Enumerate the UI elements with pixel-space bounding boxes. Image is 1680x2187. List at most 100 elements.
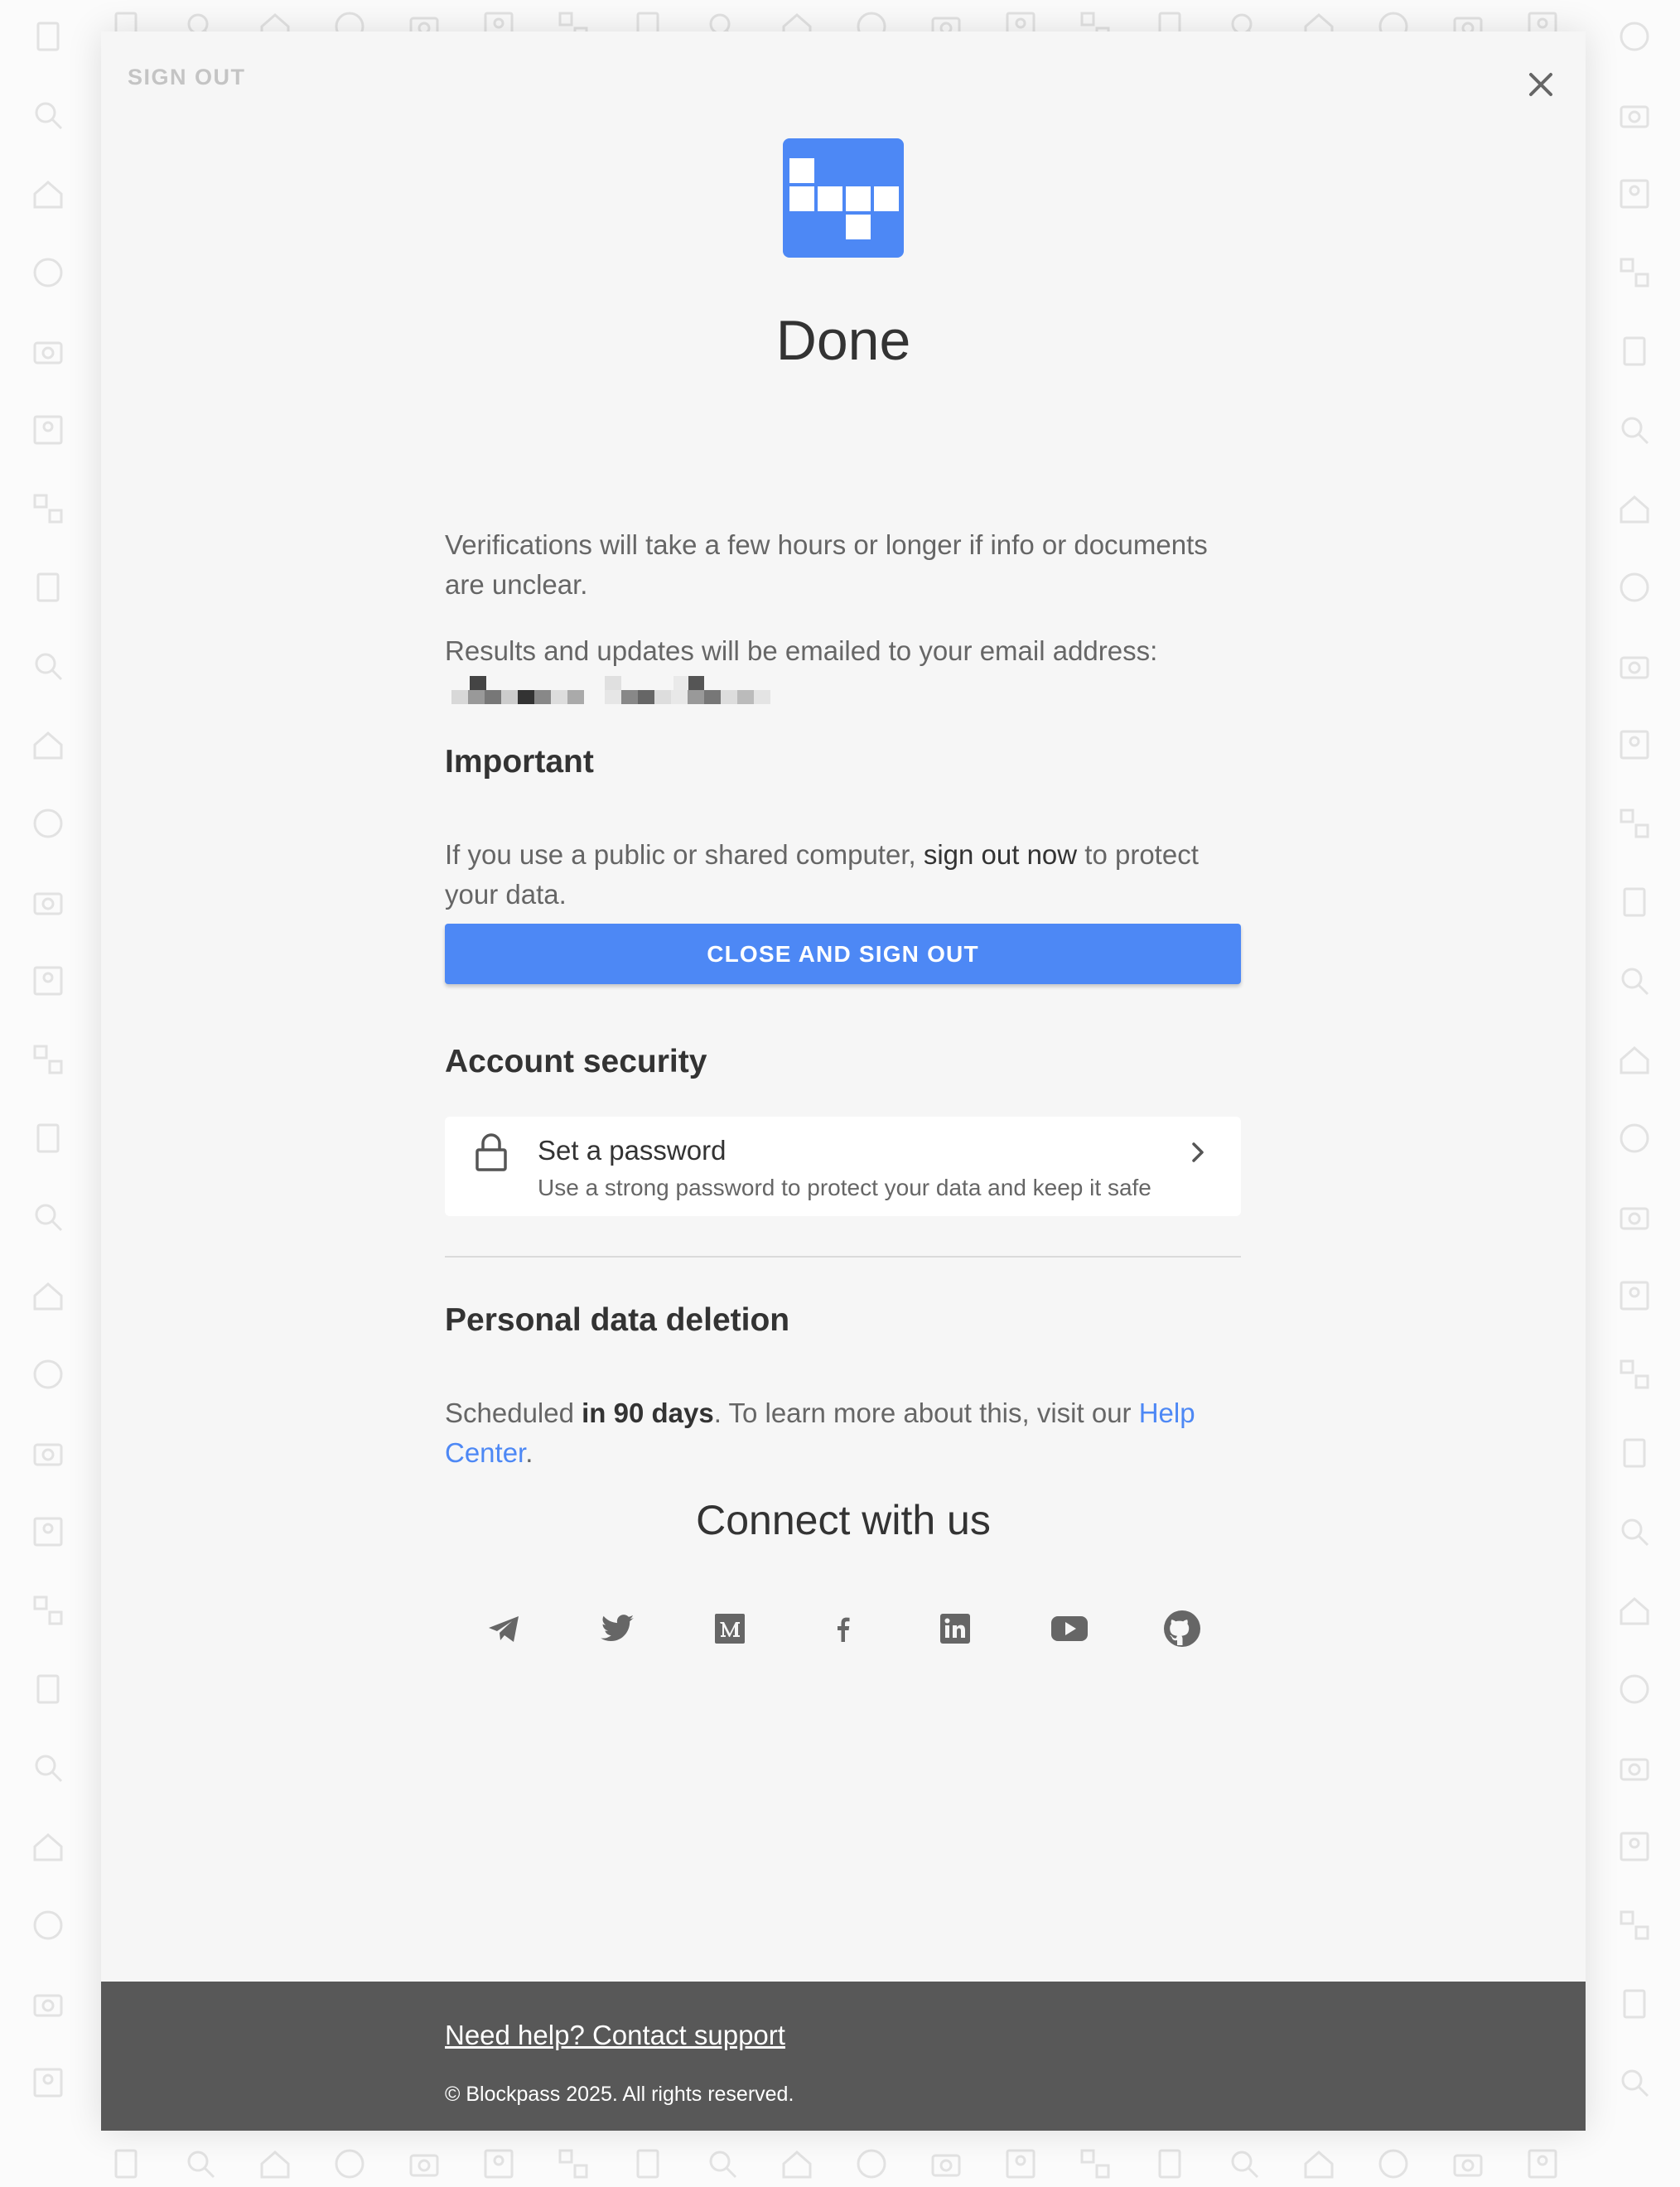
important-text-before: If you use a public or shared computer, [445, 839, 924, 870]
background-icon [30, 176, 66, 212]
background-icon [1616, 727, 1653, 763]
background-icon [1616, 1907, 1653, 1943]
background-icon [1616, 805, 1653, 842]
background-icon [1616, 1120, 1653, 1156]
background-icon [1616, 1356, 1653, 1393]
background-icon [30, 2064, 66, 2101]
background-icon [1616, 1592, 1653, 1629]
background-icon [30, 805, 66, 842]
important-text: If you use a public or shared computer, … [445, 835, 1241, 915]
background-icon [630, 2146, 666, 2182]
background-icon [1616, 412, 1653, 448]
background-icon [480, 2146, 517, 2182]
set-password-subtitle: Use a strong password to protect your da… [538, 1175, 1151, 1200]
background-icon [1301, 2146, 1337, 2182]
background-icon [30, 1199, 66, 1235]
background-icon [928, 2146, 964, 2182]
background-icon [704, 2146, 741, 2182]
background-icon [1077, 2146, 1113, 2182]
background-icon [1616, 254, 1653, 291]
background-icon [1616, 884, 1653, 920]
medium-link[interactable] [707, 1605, 753, 1652]
background-icon [30, 1356, 66, 1393]
close-and-sign-out-button[interactable]: CLOSE AND SIGN OUT [445, 924, 1241, 984]
sign-out-now-text: sign out now [923, 839, 1078, 870]
background-icon [853, 2146, 890, 2182]
data-deletion-text: Scheduled in 90 days. To learn more abou… [445, 1393, 1241, 1473]
contact-support-link[interactable]: Need help? Contact support [445, 2020, 785, 2051]
background-icon [30, 1514, 66, 1550]
background-icon [30, 18, 66, 55]
background-icon [1002, 2146, 1039, 2182]
background-icon [555, 2146, 591, 2182]
background-icon [30, 1907, 66, 1943]
linkedin-link[interactable] [932, 1605, 978, 1652]
background-icon [331, 2146, 368, 2182]
background-icon [1616, 18, 1653, 55]
social-links [101, 1605, 1586, 1655]
background-icon [182, 2146, 219, 2182]
background-icon [406, 2146, 442, 2182]
important-heading: Important [445, 744, 594, 780]
facebook-icon [838, 1617, 850, 1642]
background-icon [1616, 1828, 1653, 1865]
background-icon [1616, 333, 1653, 369]
background-icon [30, 254, 66, 291]
background-icon [30, 1041, 66, 1078]
blockpass-logo [783, 138, 904, 258]
background-icon [30, 884, 66, 920]
background-icon [257, 2146, 293, 2182]
background-pattern-bottom [99, 2146, 1591, 2187]
background-icon [30, 490, 66, 527]
background-icon [1616, 97, 1653, 133]
set-password-card[interactable]: Set a password Use a strong password to … [445, 1117, 1241, 1216]
youtube-icon [1051, 1616, 1088, 1641]
background-icon [30, 1828, 66, 1865]
telegram-link[interactable] [480, 1605, 527, 1652]
background-icon [1375, 2146, 1412, 2182]
background-icon [1616, 963, 1653, 999]
background-icon [30, 97, 66, 133]
background-icon [1616, 1041, 1653, 1078]
github-icon [1164, 1610, 1200, 1647]
deletion-text-middle: . To learn more about this, visit our [713, 1398, 1139, 1428]
twitter-link[interactable] [594, 1605, 640, 1652]
verification-text: Verifications will take a few hours or l… [445, 529, 1208, 600]
telegram-icon [489, 1616, 519, 1642]
lock-icon [476, 1133, 507, 1171]
youtube-link[interactable] [1046, 1605, 1093, 1652]
background-icon [30, 1435, 66, 1471]
background-icon [1616, 490, 1653, 527]
background-icon [30, 1750, 66, 1786]
linkedin-icon [940, 1614, 970, 1644]
background-icon [30, 569, 66, 606]
deletion-text-before: Scheduled [445, 1398, 582, 1428]
background-icon [30, 1986, 66, 2022]
background-icon [1616, 648, 1653, 684]
background-icon [30, 1277, 66, 1314]
background-icon [1524, 2146, 1561, 2182]
background-icon [1616, 1671, 1653, 1707]
background-pattern-left [0, 0, 99, 2172]
close-icon [1529, 73, 1552, 96]
signout-dialog: SIGN OUT Done Verifications will take a … [101, 31, 1586, 2131]
background-icon [1226, 2146, 1262, 2182]
background-icon [1616, 1750, 1653, 1786]
background-icon [30, 1120, 66, 1156]
github-link[interactable] [1159, 1605, 1205, 1652]
background-icon [1616, 176, 1653, 212]
page-title: Done [775, 309, 911, 372]
background-icon [30, 412, 66, 448]
background-icon [1616, 569, 1653, 606]
close-button[interactable] [1518, 61, 1564, 108]
section-divider [445, 1256, 1241, 1258]
email-notice: Results and updates will be emailed to y… [445, 635, 1158, 666]
facebook-link[interactable] [820, 1605, 867, 1652]
background-icon [1616, 1435, 1653, 1471]
background-icon [1616, 1277, 1653, 1314]
chevron-right-icon [1192, 1142, 1204, 1162]
background-icon [1616, 2064, 1653, 2101]
deletion-text-after: . [525, 1437, 533, 1468]
background-icon [1616, 1199, 1653, 1235]
background-icon [779, 2146, 815, 2182]
